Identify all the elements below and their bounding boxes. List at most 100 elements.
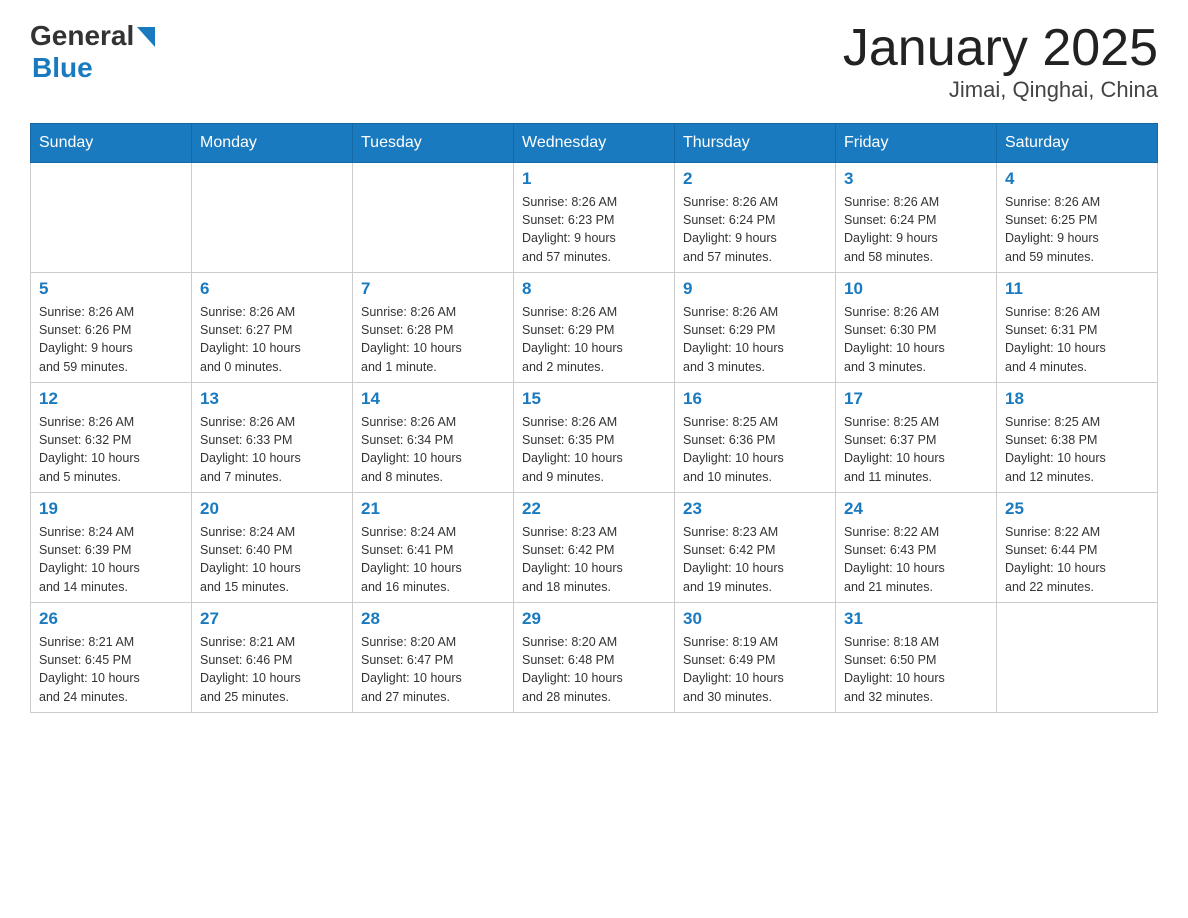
day-info: Sunrise: 8:20 AM Sunset: 6:47 PM Dayligh… bbox=[361, 633, 505, 706]
day-number: 9 bbox=[683, 279, 827, 299]
day-number: 20 bbox=[200, 499, 344, 519]
day-number: 19 bbox=[39, 499, 183, 519]
calendar-cell: 25Sunrise: 8:22 AM Sunset: 6:44 PM Dayli… bbox=[997, 493, 1158, 603]
calendar-cell: 16 Sunrise: 8:25 AM Sunset: 6:36 PM Dayli… bbox=[675, 383, 836, 493]
calendar-week-row: 1Sunrise: 8:26 AM Sunset: 6:23 PM Daylig… bbox=[31, 163, 1158, 273]
day-number: 22 bbox=[522, 499, 666, 519]
day-of-week-header: Wednesday bbox=[514, 124, 675, 163]
day-info: Sunrise: 8:26 AM Sunset: 6:25 PM Dayligh… bbox=[1005, 193, 1149, 266]
calendar-subtitle: Jimai, Qinghai, China bbox=[843, 77, 1158, 103]
calendar-title: January 2025 bbox=[843, 20, 1158, 77]
day-info: Sunrise: 8:21 AM Sunset: 6:45 PM Dayligh… bbox=[39, 633, 183, 706]
day-info: Sunrise: 8:26 AM Sunset: 6:24 PM Dayligh… bbox=[683, 193, 827, 266]
day-info: Sunrise: 8:26 AM Sunset: 6:24 PM Dayligh… bbox=[844, 193, 988, 266]
day-number: 28 bbox=[361, 609, 505, 629]
day-number: 31 bbox=[844, 609, 988, 629]
day-number: 16 bbox=[683, 389, 827, 409]
calendar-cell: 13 Sunrise: 8:26 AM Sunset: 6:33 PM Dayli… bbox=[192, 383, 353, 493]
day-info: Sunrise: 8:26 AM Sunset: 6:34 PM Dayligh… bbox=[361, 413, 505, 486]
logo-blue-text: Blue bbox=[32, 52, 93, 83]
calendar-cell bbox=[192, 163, 353, 273]
day-info: Sunrise: 8:26 AM Sunset: 6:27 PM Dayligh… bbox=[200, 303, 344, 376]
day-info: Sunrise: 8:26 AM Sunset: 6:31 PM Dayligh… bbox=[1005, 303, 1149, 376]
day-number: 29 bbox=[522, 609, 666, 629]
day-number: 8 bbox=[522, 279, 666, 299]
calendar-cell: 28 Sunrise: 8:20 AM Sunset: 6:47 PM Dayli… bbox=[353, 603, 514, 713]
day-number: 7 bbox=[361, 279, 505, 299]
calendar-cell: 20 Sunrise: 8:24 AM Sunset: 6:40 PM Dayli… bbox=[192, 493, 353, 603]
day-number: 4 bbox=[1005, 169, 1149, 189]
day-of-week-header: Thursday bbox=[675, 124, 836, 163]
calendar-cell bbox=[31, 163, 192, 273]
calendar-cell: 8 Sunrise: 8:26 AM Sunset: 6:29 PM Daylig… bbox=[514, 273, 675, 383]
day-info: Sunrise: 8:26 AM Sunset: 6:26 PM Dayligh… bbox=[39, 303, 183, 376]
page-header: General Blue January 2025 Jimai, Qinghai… bbox=[30, 20, 1158, 103]
calendar-week-row: 5 Sunrise: 8:26 AM Sunset: 6:26 PM Daylig… bbox=[31, 273, 1158, 383]
logo-triangle-icon bbox=[137, 27, 155, 47]
calendar-cell: 21 Sunrise: 8:24 AM Sunset: 6:41 PM Dayli… bbox=[353, 493, 514, 603]
day-info: Sunrise: 8:22 AM Sunset: 6:43 PM Dayligh… bbox=[844, 523, 988, 596]
day-info: Sunrise: 8:26 AM Sunset: 6:33 PM Dayligh… bbox=[200, 413, 344, 486]
calendar-cell: 7Sunrise: 8:26 AM Sunset: 6:28 PM Daylig… bbox=[353, 273, 514, 383]
calendar-cell: 18Sunrise: 8:25 AM Sunset: 6:38 PM Dayli… bbox=[997, 383, 1158, 493]
calendar-cell: 6 Sunrise: 8:26 AM Sunset: 6:27 PM Daylig… bbox=[192, 273, 353, 383]
day-number: 5 bbox=[39, 279, 183, 299]
day-of-week-header: Monday bbox=[192, 124, 353, 163]
day-of-week-header: Sunday bbox=[31, 124, 192, 163]
day-info: Sunrise: 8:26 AM Sunset: 6:29 PM Dayligh… bbox=[522, 303, 666, 376]
day-number: 1 bbox=[522, 169, 666, 189]
day-info: Sunrise: 8:24 AM Sunset: 6:40 PM Dayligh… bbox=[200, 523, 344, 596]
day-info: Sunrise: 8:18 AM Sunset: 6:50 PM Dayligh… bbox=[844, 633, 988, 706]
calendar-cell: 3Sunrise: 8:26 AM Sunset: 6:24 PM Daylig… bbox=[836, 163, 997, 273]
day-number: 14 bbox=[361, 389, 505, 409]
calendar-cell: 12 Sunrise: 8:26 AM Sunset: 6:32 PM Dayli… bbox=[31, 383, 192, 493]
day-number: 25 bbox=[1005, 499, 1149, 519]
calendar-cell: 4 Sunrise: 8:26 AM Sunset: 6:25 PM Daylig… bbox=[997, 163, 1158, 273]
day-number: 23 bbox=[683, 499, 827, 519]
calendar-cell: 14 Sunrise: 8:26 AM Sunset: 6:34 PM Dayli… bbox=[353, 383, 514, 493]
day-info: Sunrise: 8:24 AM Sunset: 6:41 PM Dayligh… bbox=[361, 523, 505, 596]
day-number: 27 bbox=[200, 609, 344, 629]
calendar-cell: 19Sunrise: 8:24 AM Sunset: 6:39 PM Dayli… bbox=[31, 493, 192, 603]
day-number: 12 bbox=[39, 389, 183, 409]
calendar-cell: 23 Sunrise: 8:23 AM Sunset: 6:42 PM Dayli… bbox=[675, 493, 836, 603]
day-number: 17 bbox=[844, 389, 988, 409]
calendar-cell: 5 Sunrise: 8:26 AM Sunset: 6:26 PM Daylig… bbox=[31, 273, 192, 383]
day-info: Sunrise: 8:26 AM Sunset: 6:32 PM Dayligh… bbox=[39, 413, 183, 486]
calendar-cell: 22Sunrise: 8:23 AM Sunset: 6:42 PM Dayli… bbox=[514, 493, 675, 603]
calendar-cell: 11 Sunrise: 8:26 AM Sunset: 6:31 PM Dayli… bbox=[997, 273, 1158, 383]
calendar-cell: 27 Sunrise: 8:21 AM Sunset: 6:46 PM Dayli… bbox=[192, 603, 353, 713]
day-number: 24 bbox=[844, 499, 988, 519]
day-info: Sunrise: 8:25 AM Sunset: 6:36 PM Dayligh… bbox=[683, 413, 827, 486]
calendar-cell: 30Sunrise: 8:19 AM Sunset: 6:49 PM Dayli… bbox=[675, 603, 836, 713]
logo: General Blue bbox=[30, 20, 155, 84]
day-number: 6 bbox=[200, 279, 344, 299]
calendar-cell: 9Sunrise: 8:26 AM Sunset: 6:29 PM Daylig… bbox=[675, 273, 836, 383]
calendar-cell: 31 Sunrise: 8:18 AM Sunset: 6:50 PM Dayli… bbox=[836, 603, 997, 713]
day-number: 30 bbox=[683, 609, 827, 629]
day-of-week-header: Friday bbox=[836, 124, 997, 163]
day-of-week-header: Saturday bbox=[997, 124, 1158, 163]
day-info: Sunrise: 8:20 AM Sunset: 6:48 PM Dayligh… bbox=[522, 633, 666, 706]
calendar-cell: 24 Sunrise: 8:22 AM Sunset: 6:43 PM Dayli… bbox=[836, 493, 997, 603]
calendar-cell: 26 Sunrise: 8:21 AM Sunset: 6:45 PM Dayli… bbox=[31, 603, 192, 713]
day-number: 26 bbox=[39, 609, 183, 629]
day-number: 10 bbox=[844, 279, 988, 299]
day-number: 15 bbox=[522, 389, 666, 409]
day-info: Sunrise: 8:25 AM Sunset: 6:37 PM Dayligh… bbox=[844, 413, 988, 486]
day-info: Sunrise: 8:23 AM Sunset: 6:42 PM Dayligh… bbox=[683, 523, 827, 596]
calendar-header: SundayMondayTuesdayWednesdayThursdayFrid… bbox=[31, 124, 1158, 163]
calendar-week-row: 12 Sunrise: 8:26 AM Sunset: 6:32 PM Dayli… bbox=[31, 383, 1158, 493]
day-number: 2 bbox=[683, 169, 827, 189]
calendar-week-row: 26 Sunrise: 8:21 AM Sunset: 6:45 PM Dayli… bbox=[31, 603, 1158, 713]
day-info: Sunrise: 8:26 AM Sunset: 6:30 PM Dayligh… bbox=[844, 303, 988, 376]
calendar-body: 1Sunrise: 8:26 AM Sunset: 6:23 PM Daylig… bbox=[31, 163, 1158, 713]
day-of-week-header: Tuesday bbox=[353, 124, 514, 163]
day-number: 13 bbox=[200, 389, 344, 409]
day-number: 18 bbox=[1005, 389, 1149, 409]
day-number: 11 bbox=[1005, 279, 1149, 299]
calendar-cell: 10 Sunrise: 8:26 AM Sunset: 6:30 PM Dayli… bbox=[836, 273, 997, 383]
day-info: Sunrise: 8:21 AM Sunset: 6:46 PM Dayligh… bbox=[200, 633, 344, 706]
calendar-cell bbox=[353, 163, 514, 273]
day-number: 21 bbox=[361, 499, 505, 519]
